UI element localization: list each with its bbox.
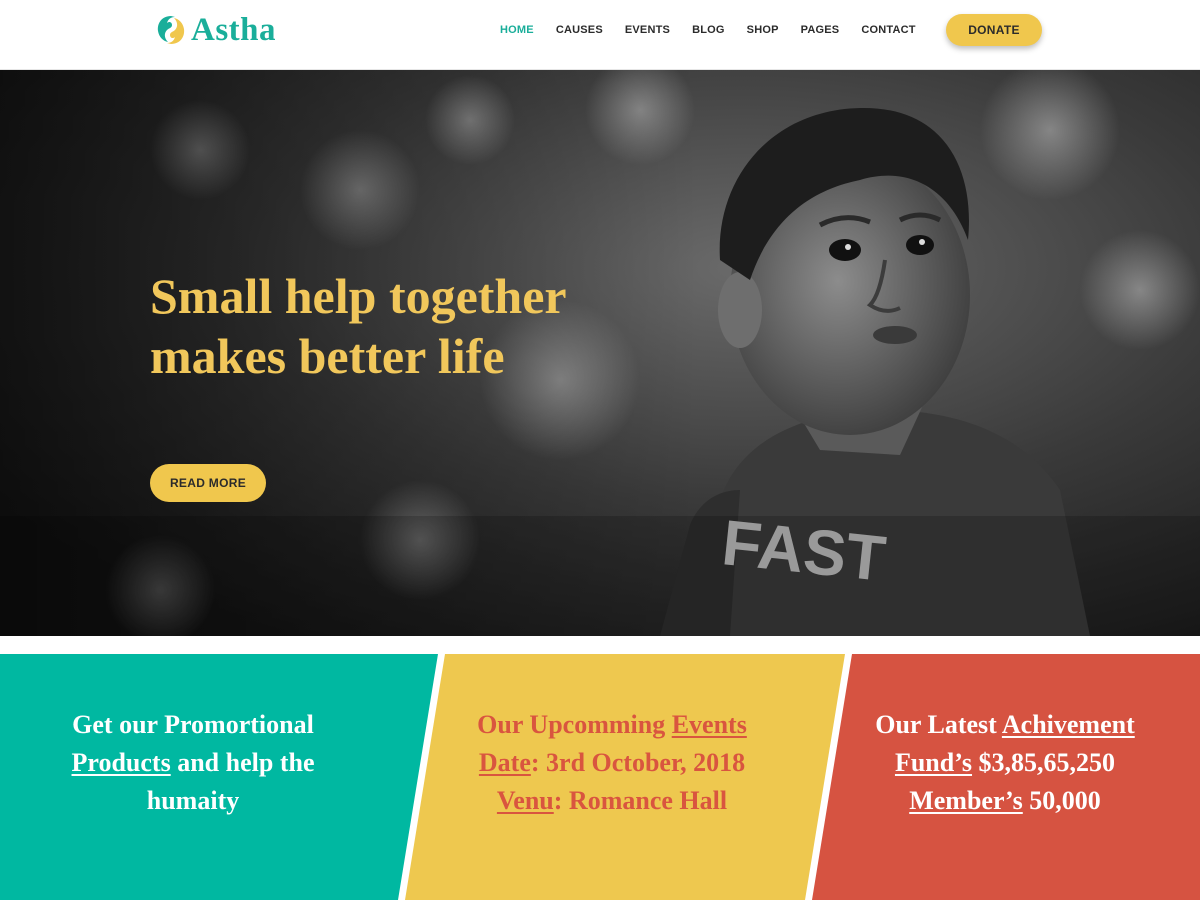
hero-banner: FAST Small help together makes better li… [0, 70, 1200, 636]
achievement-panel-text: Our Latest Achivement Fund’s $3,85,65,25… [860, 706, 1150, 820]
promo-after: and help the humaity [146, 748, 315, 815]
brand-name: Astha [191, 12, 277, 48]
promo-panel-text: Get our Promortional Products and help t… [40, 706, 346, 820]
feature-panels: Get our Promortional Products and help t… [0, 654, 1200, 900]
nav-shop[interactable]: SHOP [747, 22, 779, 38]
nav-contact[interactable]: CONTACT [861, 22, 915, 38]
achievement-intro: Our Latest [875, 710, 997, 739]
read-more-button[interactable]: READ MORE [150, 464, 266, 502]
venue-link[interactable]: Venu [497, 786, 554, 815]
nav-blog[interactable]: BLOG [692, 22, 725, 38]
members-value: 50,000 [1029, 786, 1101, 815]
venue-value: : Romance Hall [553, 786, 728, 815]
events-intro: Our Upcomming [477, 710, 666, 739]
funds-value: $3,85,65,250 [978, 748, 1116, 777]
nav-home[interactable]: HOME [500, 22, 534, 38]
events-date-value: : 3rd October, 2018 [530, 748, 746, 777]
achievement-link[interactable]: Achivement [1002, 710, 1135, 739]
nav-pages[interactable]: PAGES [801, 22, 840, 38]
events-panel-text: Our Upcomming Events Date: 3rd October, … [470, 706, 754, 820]
main-nav: HOME CAUSES EVENTS BLOG SHOP PAGES CONTA… [500, 22, 938, 38]
nav-events[interactable]: EVENTS [625, 22, 670, 38]
logo-hands-icon [157, 16, 185, 44]
products-link[interactable]: Products [72, 748, 171, 777]
site-header: Astha HOME CAUSES EVENTS BLOG SHOP PAGES… [0, 0, 1200, 70]
funds-link[interactable]: Fund’s [895, 748, 972, 777]
donate-button[interactable]: DONATE [946, 14, 1042, 46]
members-link[interactable]: Member’s [909, 786, 1023, 815]
nav-causes[interactable]: CAUSES [556, 22, 603, 38]
hero-title: Small help together makes better life [150, 268, 566, 384]
promo-before: Get our Promortional [72, 710, 314, 739]
brand-logo[interactable]: Astha [155, 12, 276, 48]
